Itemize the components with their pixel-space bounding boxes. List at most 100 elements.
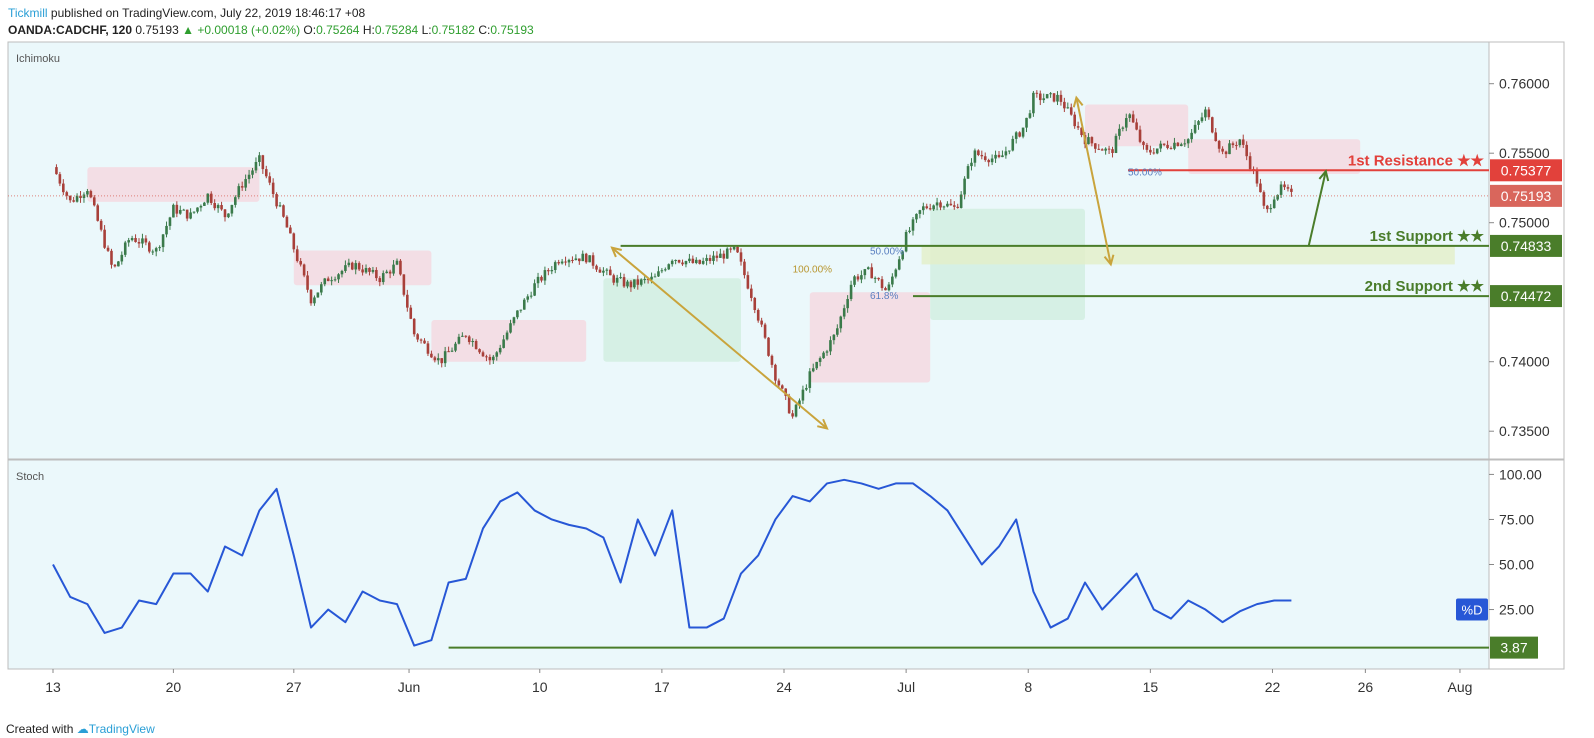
candle-body xyxy=(1228,143,1231,155)
candle-body xyxy=(292,233,296,250)
candle-body xyxy=(870,267,874,279)
candle-body xyxy=(1131,114,1135,123)
candle-body xyxy=(1114,135,1118,153)
candle-body xyxy=(719,253,722,258)
candle-body xyxy=(1235,145,1238,147)
candle-body xyxy=(774,364,777,381)
candle-body xyxy=(708,258,712,261)
candle-body xyxy=(897,259,901,270)
candle-body xyxy=(1224,151,1228,155)
level-price-tag-label: 0.74472 xyxy=(1501,288,1552,304)
candle-body xyxy=(915,213,918,220)
candle-body xyxy=(1221,148,1224,152)
candle-body xyxy=(457,336,461,344)
candle-body xyxy=(182,209,186,211)
tradingview-logo[interactable]: ☁TradingView xyxy=(77,722,155,736)
candle-body xyxy=(977,150,980,156)
cloud-segment xyxy=(603,278,741,362)
candle-body xyxy=(323,278,327,285)
candle-body xyxy=(361,269,364,273)
candle-body xyxy=(1104,148,1107,151)
candle-body xyxy=(753,297,757,311)
candle-body xyxy=(134,238,137,243)
candle-body xyxy=(264,169,268,177)
candle-body xyxy=(591,255,595,266)
candle-body xyxy=(633,279,636,288)
candle-body xyxy=(110,250,113,265)
candle-body xyxy=(213,202,216,209)
candle-body xyxy=(357,263,361,270)
candle-body xyxy=(364,267,368,273)
candle-body xyxy=(141,238,144,244)
candle-body xyxy=(595,265,598,270)
candle-body xyxy=(433,357,437,361)
candle-body xyxy=(254,162,258,171)
candle-body xyxy=(639,279,643,285)
time-tick-label: 20 xyxy=(166,679,182,695)
candle-body xyxy=(268,176,272,183)
candle-body xyxy=(1180,144,1183,147)
candle-body xyxy=(629,281,633,288)
candle-body xyxy=(247,174,251,180)
candle-body xyxy=(1231,143,1235,146)
candle-body xyxy=(746,275,750,289)
candle-body xyxy=(161,234,165,248)
candle-body xyxy=(430,353,433,358)
candle-body xyxy=(547,270,550,272)
candle-body xyxy=(1155,148,1159,154)
candle-body xyxy=(701,260,705,264)
candle-body xyxy=(763,324,767,338)
candle-body xyxy=(1042,98,1046,101)
candle-body xyxy=(467,336,471,343)
candle-body xyxy=(980,155,984,157)
candle-body xyxy=(959,194,963,208)
candle-body xyxy=(608,269,612,276)
candle-body xyxy=(223,209,227,218)
candle-body xyxy=(1028,113,1032,118)
candle-body xyxy=(801,389,805,401)
candle-body xyxy=(873,277,877,279)
stoch-pane-label: Stoch xyxy=(16,471,44,483)
candle-body xyxy=(1021,127,1025,137)
candle-body xyxy=(849,284,853,299)
candle-body xyxy=(533,283,536,296)
candle-body xyxy=(1272,199,1276,209)
candle-body xyxy=(1283,184,1286,188)
candle-body xyxy=(660,270,664,272)
candle-body xyxy=(320,284,323,293)
time-tick-label: Jun xyxy=(398,679,421,695)
candle-body xyxy=(1073,114,1076,127)
candle-body xyxy=(412,318,416,335)
candle-body xyxy=(1059,94,1063,102)
candle-body xyxy=(509,323,512,333)
candle-body xyxy=(877,277,880,280)
candle-body xyxy=(887,284,891,291)
candle-body xyxy=(230,204,234,214)
support-zone xyxy=(921,245,1455,265)
candle-body xyxy=(739,252,743,262)
candle-body xyxy=(760,320,763,325)
candle-body xyxy=(92,197,96,206)
cloud-segment xyxy=(431,320,587,362)
candle-body xyxy=(89,191,93,198)
candle-body xyxy=(99,220,103,230)
candle-body xyxy=(144,238,148,243)
candle-body xyxy=(313,297,316,304)
candle-body xyxy=(522,299,526,310)
candle-body xyxy=(1269,208,1273,210)
chart-canvas[interactable]: 0.75193 0.75377 1st Resistance ★★ 0.74833 1s… xyxy=(0,0,1594,738)
level-name-label: 1st Support ★★ xyxy=(1370,228,1485,245)
candle-body xyxy=(918,210,922,214)
candle-body xyxy=(811,368,815,372)
candle-body xyxy=(732,246,736,250)
candle-body xyxy=(1190,132,1193,140)
price-pane-label: Ichimoku xyxy=(16,53,60,65)
candle-body xyxy=(289,227,292,234)
cloud-segment xyxy=(809,292,931,383)
candle-body xyxy=(846,298,849,309)
tradingview-link[interactable]: TradingView xyxy=(89,722,155,736)
candle-body xyxy=(333,279,337,281)
candle-body xyxy=(973,150,977,163)
candle-body xyxy=(106,247,110,251)
cloud-icon: ☁ xyxy=(76,722,89,736)
